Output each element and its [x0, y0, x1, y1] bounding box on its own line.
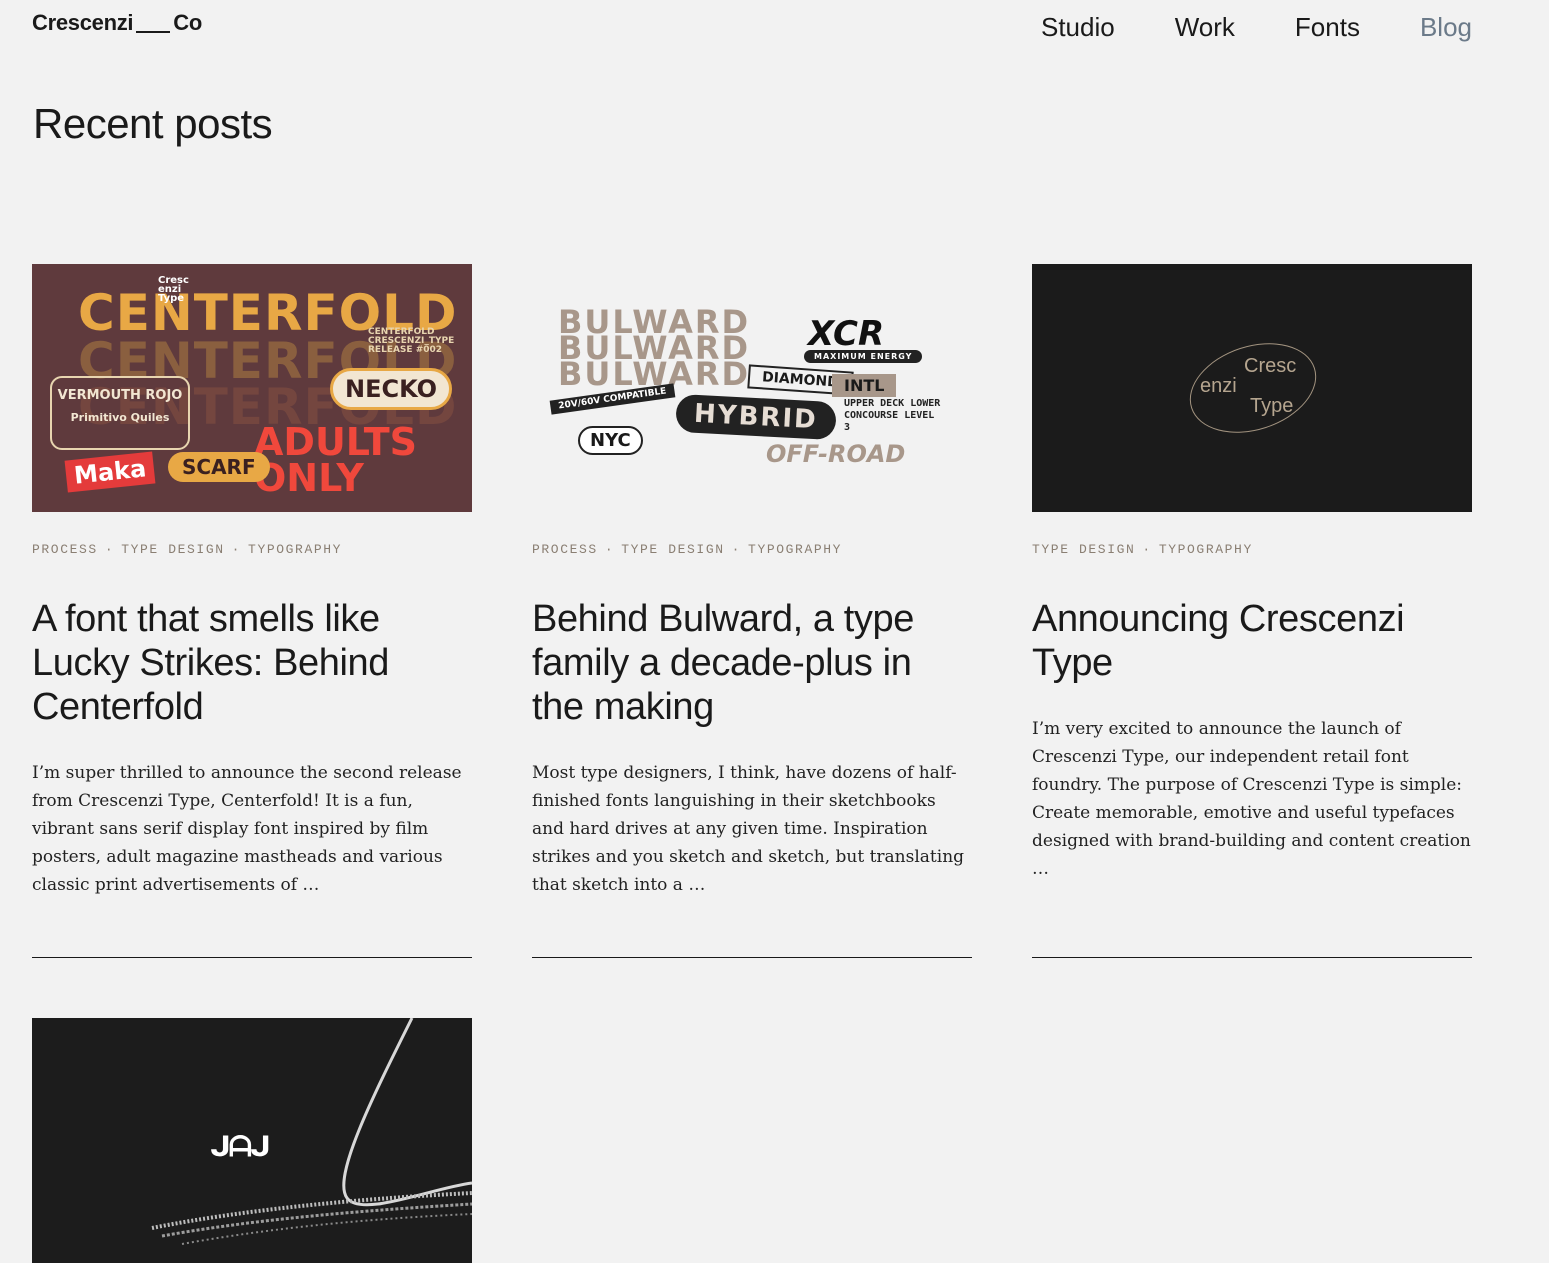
post-title[interactable]: Announcing Crescenzi Type: [1032, 597, 1472, 685]
tag-link[interactable]: TYPOGRAPHY: [248, 542, 342, 557]
post-card: BULWARD BULWARD BULWARD XCR MAXIMUM ENER…: [532, 264, 972, 958]
post-card: Cresc enzi Type TYPE DESIGN · TYPOGRAPHY A…: [1032, 264, 1472, 958]
post-divider: [1032, 957, 1472, 958]
post-tags: PROCESS · TYPE DESIGN · TYPOGRAPHY: [532, 542, 972, 557]
post-card: ᒍᗩᒍ: [32, 1018, 472, 1263]
thumb-concourse-text: UPPER DECK LOWER CONCOURSE LEVEL 3: [844, 398, 941, 433]
thumb-offroad-text: OFF-ROAD: [766, 440, 906, 468]
tag-link[interactable]: TYPE DESIGN: [1032, 542, 1135, 557]
tag-separator: ·: [231, 542, 242, 557]
thumb-xcr-text: XCR: [808, 314, 885, 354]
post-tags: PROCESS · TYPE DESIGN · TYPOGRAPHY: [32, 542, 472, 557]
tag-link[interactable]: TYPE DESIGN: [621, 542, 724, 557]
post-title[interactable]: Behind Bulward, a type family a decade-p…: [532, 597, 972, 729]
thumb-logo-text: Cresc enzi Type: [158, 275, 189, 304]
tag-link[interactable]: PROCESS: [32, 542, 98, 557]
thumb-energy-badge: MAXIMUM ENERGY: [804, 350, 923, 363]
post-thumbnail-bulward[interactable]: BULWARD BULWARD BULWARD XCR MAXIMUM ENER…: [532, 264, 972, 512]
thumb-adults-only: ADULTS ONLY: [254, 420, 418, 500]
thumb-vermouth-label: VERMOUTH ROJO Primitivo Quiles: [50, 376, 190, 450]
post-title[interactable]: A font that smells like Lucky Strikes: B…: [32, 597, 472, 729]
nav-fonts[interactable]: Fonts: [1295, 12, 1360, 43]
tag-separator: ·: [104, 542, 115, 557]
logo-line: Cresc: [1244, 355, 1297, 377]
thumb-hybrid-badge: HYBRID: [675, 393, 837, 441]
crescenzi-type-logo: Cresc enzi Type: [1200, 356, 1296, 416]
page-title: Recent posts: [33, 100, 273, 147]
thumb-vermouth-producer: Primitivo Quiles: [70, 411, 170, 424]
brand-name-right: Co: [173, 10, 202, 35]
post-card: CENTERFOLD CENTERFOLD CENTERFOLD Cresc e…: [32, 264, 472, 958]
post-excerpt: I’m super thrilled to announce the secon…: [32, 763, 462, 895]
post-divider: [32, 957, 472, 958]
post-thumbnail-monogram[interactable]: ᒍᗩᒍ: [32, 1018, 472, 1263]
nav-work[interactable]: Work: [1175, 12, 1235, 43]
thumb-necko-badge: NECKO: [330, 368, 453, 410]
logo-line: Type: [1250, 395, 1294, 417]
thumb-intl-badge: INTL: [832, 374, 897, 397]
nav-blog[interactable]: Blog: [1420, 12, 1472, 43]
post-tags: TYPE DESIGN · TYPOGRAPHY: [1032, 542, 1472, 557]
brand-logo[interactable]: Crescenzi Co: [32, 10, 202, 36]
brand-name-left: Crescenzi: [32, 10, 134, 35]
thumb-scarf-badge: SCARF: [168, 452, 270, 482]
main-nav: Studio Work Fonts Blog: [1041, 12, 1472, 43]
thumb-vermouth-title: VERMOUTH ROJO: [57, 388, 183, 403]
tag-link[interactable]: TYPE DESIGN: [121, 542, 224, 557]
tag-link[interactable]: TYPOGRAPHY: [748, 542, 842, 557]
thumb-nyc-badge: NYC: [578, 426, 643, 455]
post-thumbnail-centerfold[interactable]: CENTERFOLD CENTERFOLD CENTERFOLD Cresc e…: [32, 264, 472, 512]
nav-studio[interactable]: Studio: [1041, 12, 1115, 43]
tag-separator: ·: [1142, 542, 1152, 557]
thumb-release-text: CENTERFOLD CRESCENZI_TYPE RELEASE #002: [368, 327, 455, 355]
post-divider: [532, 957, 972, 958]
logo-line: enzi: [1200, 375, 1237, 397]
tag-link[interactable]: TYPOGRAPHY: [1159, 542, 1253, 557]
tag-separator: ·: [731, 542, 742, 557]
post-thumbnail-crescenzi-type[interactable]: Cresc enzi Type: [1032, 264, 1472, 512]
thumb-maka-badge: Maka: [64, 451, 156, 493]
brand-underscore: [136, 31, 171, 33]
post-excerpt: I’m very excited to announce the launch …: [1032, 719, 1471, 879]
tag-separator: ·: [604, 542, 615, 557]
tag-link[interactable]: PROCESS: [532, 542, 598, 557]
monogram-logo: ᒍᗩᒍ: [210, 1130, 271, 1163]
post-excerpt: Most type designers, I think, have dozen…: [532, 763, 965, 895]
site-header: Crescenzi Co Studio Work Fonts Blog: [32, 10, 1472, 50]
